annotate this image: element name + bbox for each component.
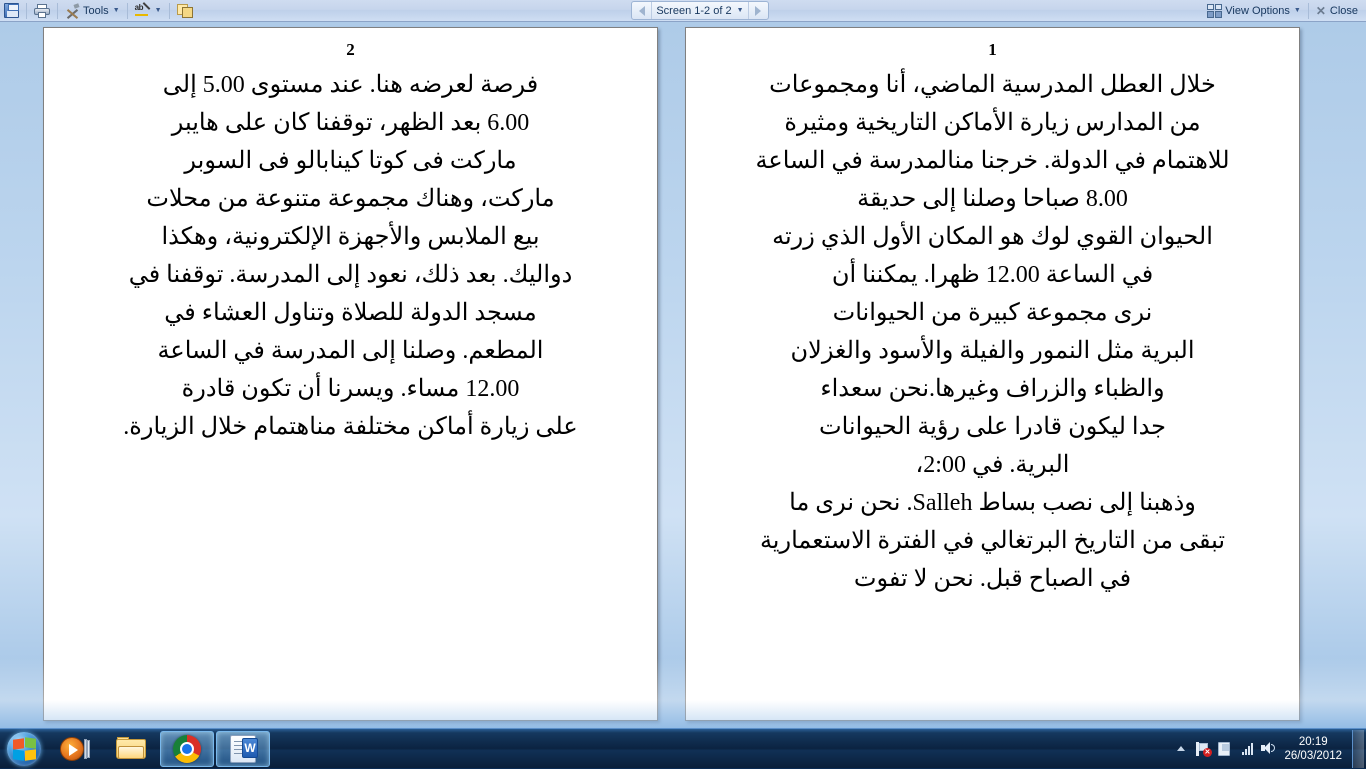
action-center-button[interactable] xyxy=(1214,731,1236,767)
toolbar-left-group: Tools ▼ ab ▼ xyxy=(0,1,197,21)
clock[interactable]: 20:19 26/03/2012 xyxy=(1280,735,1350,763)
spelling-icon: ab xyxy=(134,2,151,18)
text-line: والظباء والزراف وغيرها.نحن سعداء xyxy=(820,376,1165,402)
print-preview-toolbar: Tools ▼ ab ▼ Screen 1-2 of 2 ▼ View Opti… xyxy=(0,0,1366,22)
close-label: Close xyxy=(1329,4,1359,17)
word-icon: W xyxy=(230,734,258,763)
text-line: بيع الملابس والأجهزة الإلكترونية، وهكذا xyxy=(161,224,540,250)
show-hidden-icons-arrow xyxy=(1177,746,1186,751)
text-line: في الصباح قبل. نحن لا تفوت xyxy=(853,566,1132,592)
view-options-button[interactable]: View Options ▼ xyxy=(1203,1,1305,21)
windows-taskbar: W ✕ 20:19 26/03/2012 xyxy=(0,728,1366,768)
previous-screen-arrow-icon xyxy=(638,5,645,16)
screen-range-label: Screen 1-2 of 2 xyxy=(656,4,732,17)
windows-start-orb-icon xyxy=(7,731,41,766)
text-line: جدا ليكون قادرا على رؤية الحيوانات xyxy=(818,414,1167,440)
text-line: المطعم. وصلنا إلى المدرسة في الساعة xyxy=(157,338,544,364)
note-window-icon xyxy=(176,3,193,18)
signal-bars-icon xyxy=(1241,742,1253,755)
taskbar-item-media-player[interactable] xyxy=(48,731,102,767)
page-number: 2 xyxy=(346,40,355,59)
text-line: 8.00 صباحا وصلنا إلى حديقة xyxy=(857,186,1128,212)
view-options-icon xyxy=(1207,3,1223,18)
page-number: 1 xyxy=(988,40,997,59)
tools-button[interactable]: Tools ▼ xyxy=(61,1,124,21)
document-page-2[interactable]: 2 فرصة لعرضه هنا. عند مستوى 5.00 إلى 6.0… xyxy=(43,27,658,721)
text-line: في الساعة 12.00 ظهرا. يمكننا أن xyxy=(831,262,1154,288)
toolbar-separator xyxy=(26,2,27,19)
show-hidden-icons-button[interactable] xyxy=(1170,731,1192,767)
text-line: البرية مثل النمور والفيلة والأسود والغزل… xyxy=(790,338,1195,364)
volume-button[interactable] xyxy=(1258,731,1280,767)
folder-explorer-icon xyxy=(116,736,146,761)
text-line: وذهبنا إلى نصب بساط Salleh. نحن نرى ما xyxy=(789,490,1196,516)
screen-navigator: Screen 1-2 of 2 ▼ xyxy=(631,1,769,20)
toolbar-separator xyxy=(168,2,170,19)
note-window-button[interactable] xyxy=(173,1,197,21)
signal-strength-button[interactable] xyxy=(1236,731,1258,767)
taskbar-item-file-explorer[interactable] xyxy=(104,731,158,767)
text-line: خلال العطل المدرسية الماضي، أنا ومجموعات xyxy=(769,72,1216,98)
tools-label: Tools xyxy=(83,4,109,17)
preview-workspace[interactable]: 2 فرصة لعرضه هنا. عند مستوى 5.00 إلى 6.0… xyxy=(0,22,1366,728)
text-line: نرى مجموعة كبيرة من الحيوانات xyxy=(832,300,1153,326)
text-line: ماركت فى كوتا كينابالو فى السوبر xyxy=(184,148,517,174)
text-line: على زيارة أماكن مختلفة مناهتمام خلال الز… xyxy=(123,414,578,440)
action-center-flag-icon xyxy=(1218,741,1232,756)
windows-media-player-icon xyxy=(60,736,90,762)
start-button[interactable] xyxy=(1,731,47,767)
volume-speaker-icon xyxy=(1261,742,1277,755)
save-button[interactable] xyxy=(0,1,23,21)
text-line: من المدارس زيارة الأماكن التاريخية ومثير… xyxy=(784,110,1201,136)
network-disconnected-icon: ✕ xyxy=(1195,741,1212,757)
chevron-down-icon: ▼ xyxy=(1293,7,1301,14)
clock-date: 26/03/2012 xyxy=(1284,749,1342,762)
toolbar-separator xyxy=(1307,2,1309,19)
network-status-button[interactable]: ✕ xyxy=(1192,731,1214,767)
chrome-icon xyxy=(173,734,201,763)
text-line: 12.00 مساء. ويسرنا أن تكون قادرة xyxy=(181,376,520,402)
save-icon xyxy=(4,3,19,18)
text-line: 6.00 بعد الظهر، توقفنا كان على هايبر xyxy=(171,110,530,136)
close-x-icon: ✕ xyxy=(1315,3,1326,18)
chevron-down-icon: ▼ xyxy=(154,7,162,14)
tools-icon xyxy=(65,3,80,19)
text-line: ماركت، وهناك مجموعة متنوعة من محلات xyxy=(146,186,555,212)
clock-time: 20:19 xyxy=(1298,735,1328,748)
view-options-label: View Options xyxy=(1225,4,1290,17)
print-icon xyxy=(34,3,50,18)
page-text-body: فرصة لعرضه هنا. عند مستوى 5.00 إلى 6.00 … xyxy=(44,60,657,446)
show-desktop-button[interactable] xyxy=(1352,729,1364,768)
text-line: الحيوان القوي لوك هو المكان الأول الذي ز… xyxy=(772,224,1213,250)
text-line: دواليك. بعد ذلك، نعود إلى المدرسة. توقفن… xyxy=(128,262,573,288)
next-screen-button[interactable] xyxy=(749,2,768,19)
taskbar-item-google-chrome[interactable] xyxy=(160,730,214,767)
text-line: تبقى من التاريخ البرتغالي في الفترة الاس… xyxy=(759,528,1226,554)
chevron-down-icon: ▼ xyxy=(112,7,120,14)
taskbar-item-microsoft-word[interactable]: W xyxy=(216,730,270,767)
text-line: مسجد الدولة للصلاة وتناول العشاء في xyxy=(164,300,537,326)
chevron-down-icon[interactable]: ▼ xyxy=(737,7,744,14)
page-text-body: خلال العطل المدرسية الماضي، أنا ومجموعات… xyxy=(686,60,1299,598)
text-line: البرية. في 2:00، xyxy=(915,452,1070,478)
print-button[interactable] xyxy=(30,1,54,21)
previous-screen-button[interactable] xyxy=(632,2,651,19)
next-screen-arrow-icon xyxy=(755,5,761,16)
text-line: فرصة لعرضه هنا. عند مستوى 5.00 إلى xyxy=(162,72,539,98)
system-tray: ✕ 20:19 26/03/2012 xyxy=(1170,729,1366,769)
toolbar-separator xyxy=(126,2,128,19)
text-line: للاهتمام في الدولة. خرجنا منالمدرسة في ا… xyxy=(755,148,1230,174)
spelling-button[interactable]: ab ▼ xyxy=(131,1,166,21)
close-button[interactable]: ✕ Close xyxy=(1312,4,1362,18)
toolbar-right-group: View Options ▼ ✕ Close xyxy=(1203,1,1366,21)
document-page-1[interactable]: 1 خلال العطل المدرسية الماضي، أنا ومجموع… xyxy=(685,27,1300,721)
toolbar-separator xyxy=(57,2,58,19)
